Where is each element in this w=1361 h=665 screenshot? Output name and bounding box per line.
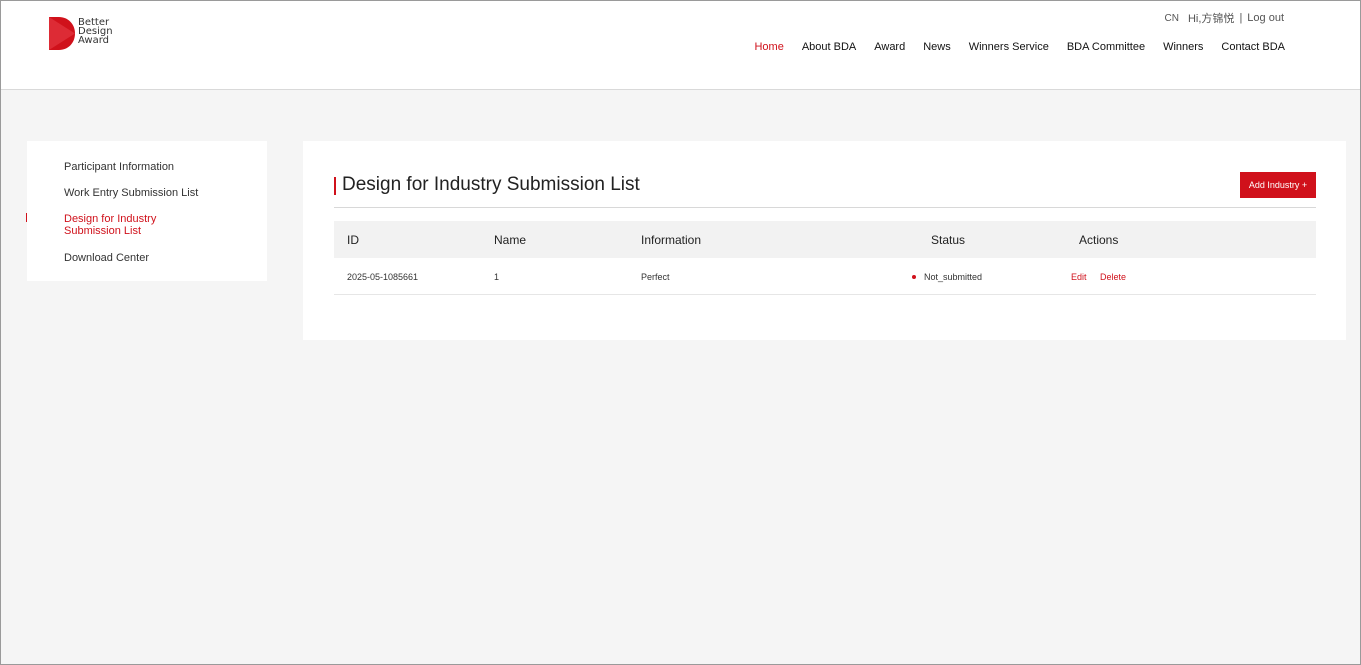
nav-contact-bda[interactable]: Contact BDA bbox=[1221, 41, 1285, 53]
main-nav: Home About BDA Award News Winners Servic… bbox=[736, 41, 1285, 53]
table-header: ID Name Information Status Actions bbox=[334, 221, 1316, 258]
nav-about-bda[interactable]: About BDA bbox=[802, 41, 856, 53]
title-accent bbox=[334, 177, 336, 195]
table-row: 2025-05-1085661 1 Perfect Not_submitted … bbox=[334, 258, 1316, 295]
user-links: CN Hi,方锦悦 | Log out bbox=[1165, 10, 1284, 26]
bda-logo-icon bbox=[49, 17, 75, 50]
edit-button[interactable]: Edit bbox=[1071, 272, 1087, 282]
column-header-name: Name bbox=[494, 233, 527, 247]
nav-home[interactable]: Home bbox=[754, 41, 783, 53]
sidebar-item-participant-information[interactable]: Participant Information bbox=[64, 161, 214, 173]
nav-news[interactable]: News bbox=[923, 41, 951, 53]
separator: | bbox=[1239, 12, 1243, 24]
logo-line: Award bbox=[78, 35, 110, 46]
cell-actions: Edit Delete bbox=[1071, 272, 1126, 282]
cell-name: 1 bbox=[494, 272, 500, 282]
page-title: Design for Industry Submission List bbox=[342, 174, 640, 195]
bda-logo[interactable]: Better Design Award bbox=[49, 17, 113, 50]
submission-panel: Design for Industry Submission List Add … bbox=[303, 141, 1346, 340]
cell-information: Perfect bbox=[641, 272, 670, 282]
column-header-information: Information bbox=[641, 233, 702, 247]
site-header: Better Design Award CN Hi,方锦悦 | Log out … bbox=[1, 1, 1360, 90]
status-dot-icon bbox=[912, 274, 916, 279]
sidebar: Participant Information Work Entry Submi… bbox=[27, 141, 267, 281]
sidebar-item-download-center[interactable]: Download Center bbox=[64, 252, 214, 264]
nav-winners[interactable]: Winners bbox=[1163, 41, 1203, 53]
cell-status: Not_submitted bbox=[912, 272, 982, 282]
nav-bda-committee[interactable]: BDA Committee bbox=[1067, 41, 1145, 53]
delete-button[interactable]: Delete bbox=[1100, 272, 1126, 282]
column-header-actions: Actions bbox=[1079, 233, 1119, 247]
sidebar-item-work-entry-submission-list[interactable]: Work Entry Submission List bbox=[64, 187, 214, 199]
user-greeting: Hi,方锦悦 bbox=[1187, 13, 1235, 25]
cell-id: 2025-05-1085661 bbox=[347, 272, 419, 282]
title-bar: Design for Industry Submission List bbox=[334, 174, 1316, 208]
logout-link[interactable]: Log out bbox=[1247, 12, 1284, 24]
nav-winners-service[interactable]: Winners Service bbox=[969, 41, 1049, 53]
column-header-id: ID bbox=[347, 233, 359, 247]
sidebar-item-design-for-industry[interactable]: Design for Industry Submission List bbox=[64, 213, 174, 237]
language-switch[interactable]: CN bbox=[1165, 13, 1179, 24]
column-header-status: Status bbox=[931, 233, 966, 247]
status-text: Not_submitted bbox=[924, 272, 983, 282]
add-industry-button[interactable]: Add Industry + bbox=[1240, 172, 1316, 198]
nav-award[interactable]: Award bbox=[874, 41, 905, 53]
logo-wordmark: Better Design Award bbox=[78, 18, 113, 46]
